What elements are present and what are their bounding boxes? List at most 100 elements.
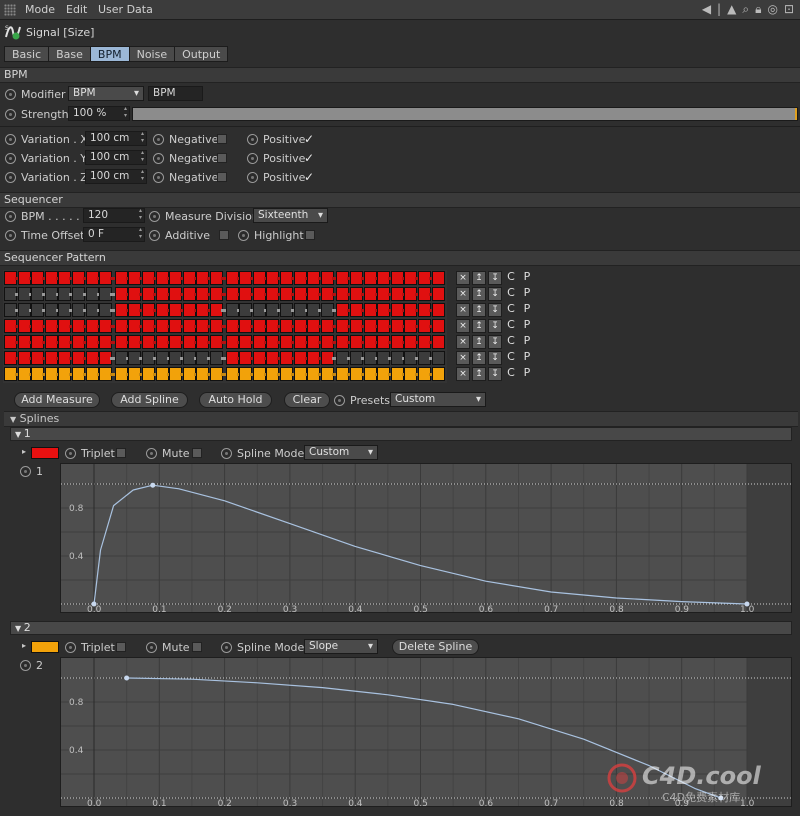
variation-anim-dot[interactable] bbox=[5, 172, 16, 183]
move-row-down-icon[interactable]: ↧ bbox=[488, 367, 502, 381]
menu-mode[interactable]: Mode bbox=[25, 3, 55, 16]
lock-icon[interactable]: 🔒︎ bbox=[755, 2, 761, 17]
move-row-up-icon[interactable]: ↥ bbox=[472, 335, 486, 349]
positive-anim-dot[interactable] bbox=[247, 134, 258, 145]
measure-division-anim-dot[interactable] bbox=[149, 211, 160, 222]
back-arrow-icon[interactable]: ◀ bbox=[702, 2, 711, 17]
move-row-down-icon[interactable]: ↧ bbox=[488, 271, 502, 285]
strength-anim-dot[interactable] bbox=[5, 109, 16, 120]
move-row-up-icon[interactable]: ↥ bbox=[472, 287, 486, 301]
paste-row-button[interactable]: P bbox=[520, 271, 534, 285]
spline-curve-canvas[interactable]: 0.80.40.0 0.1 0.2 0.3 0.4 0.5 0.6 0.7 0.8 0.9 1.0 bbox=[61, 464, 792, 613]
spline-color-swatch[interactable] bbox=[31, 447, 59, 459]
additive-anim-dot[interactable] bbox=[149, 230, 160, 241]
copy-row-button[interactable]: C bbox=[504, 287, 518, 301]
positive-anim-dot[interactable] bbox=[247, 172, 258, 183]
variation-anim-dot[interactable] bbox=[5, 134, 16, 145]
search-icon[interactable]: ⌕ bbox=[742, 2, 749, 17]
tab-base[interactable]: Base bbox=[48, 46, 91, 62]
paste-row-button[interactable]: P bbox=[520, 303, 534, 317]
negative-anim-dot[interactable] bbox=[153, 134, 164, 145]
sequencer-step[interactable] bbox=[431, 287, 445, 301]
delete-row-icon[interactable]: × bbox=[456, 287, 470, 301]
spline-header[interactable]: ▼ 1 bbox=[10, 427, 792, 441]
mute-checkbox[interactable] bbox=[192, 642, 202, 652]
paste-row-button[interactable]: P bbox=[520, 367, 534, 381]
tab-noise[interactable]: Noise bbox=[128, 46, 176, 62]
positive-checkmark-icon[interactable]: ✓ bbox=[304, 133, 314, 145]
negative-checkbox[interactable] bbox=[217, 172, 227, 182]
paste-row-button[interactable]: P bbox=[520, 335, 534, 349]
mute-anim-dot[interactable] bbox=[146, 448, 157, 459]
spline-mode-dropdown[interactable]: Custom bbox=[304, 445, 378, 460]
up-arrow-icon[interactable]: ▲ bbox=[727, 2, 736, 17]
sequencer-step[interactable] bbox=[431, 335, 445, 349]
additive-checkbox[interactable] bbox=[219, 230, 229, 240]
sequencer-step[interactable] bbox=[431, 351, 445, 365]
move-row-down-icon[interactable]: ↧ bbox=[488, 319, 502, 333]
modifier-anim-dot[interactable] bbox=[5, 89, 16, 100]
triplet-checkbox[interactable] bbox=[116, 448, 126, 458]
move-row-down-icon[interactable]: ↧ bbox=[488, 335, 502, 349]
positive-anim-dot[interactable] bbox=[247, 153, 258, 164]
copy-row-button[interactable]: C bbox=[504, 351, 518, 365]
negative-anim-dot[interactable] bbox=[153, 172, 164, 183]
move-row-up-icon[interactable]: ↥ bbox=[472, 367, 486, 381]
splines-group-header[interactable]: ▼ Splines bbox=[4, 411, 798, 427]
tab-output[interactable]: Output bbox=[174, 46, 229, 62]
triplet-anim-dot[interactable] bbox=[65, 642, 76, 653]
move-row-down-icon[interactable]: ↧ bbox=[488, 287, 502, 301]
spline-key-point[interactable] bbox=[91, 601, 97, 607]
triplet-anim-dot[interactable] bbox=[65, 448, 76, 459]
add-measure-button[interactable]: Add Measure bbox=[14, 392, 100, 408]
spline-key-point[interactable] bbox=[124, 675, 130, 681]
copy-row-button[interactable]: C bbox=[504, 335, 518, 349]
delete-row-icon[interactable]: × bbox=[456, 319, 470, 333]
variation-anim-dot[interactable] bbox=[5, 153, 16, 164]
delete-row-icon[interactable]: × bbox=[456, 351, 470, 365]
variation-input[interactable]: 100 cm bbox=[85, 149, 147, 165]
triplet-checkbox[interactable] bbox=[116, 642, 126, 652]
move-row-down-icon[interactable]: ↧ bbox=[488, 351, 502, 365]
curve-anim-dot[interactable] bbox=[20, 466, 31, 477]
positive-checkmark-icon[interactable]: ✓ bbox=[304, 171, 314, 183]
move-row-up-icon[interactable]: ↥ bbox=[472, 303, 486, 317]
sequencer-step[interactable] bbox=[431, 367, 445, 381]
highlight-anim-dot[interactable] bbox=[238, 230, 249, 241]
add-spline-button[interactable]: Add Spline bbox=[111, 392, 188, 408]
mute-anim-dot[interactable] bbox=[146, 642, 157, 653]
spline-color-swatch[interactable] bbox=[31, 641, 59, 653]
strength-slider[interactable] bbox=[132, 107, 798, 121]
measure-division-dropdown[interactable]: Sixteenth bbox=[253, 208, 328, 223]
negative-checkbox[interactable] bbox=[217, 153, 227, 163]
variation-input[interactable]: 100 cm bbox=[85, 130, 147, 146]
new-window-icon[interactable]: ⊡ bbox=[784, 2, 794, 17]
spline-mode-dropdown[interactable]: Slope bbox=[304, 639, 378, 654]
curve-anim-dot[interactable] bbox=[20, 660, 31, 671]
sequencer-step[interactable] bbox=[431, 319, 445, 333]
modifier-name-field[interactable]: BPM bbox=[148, 86, 203, 101]
mute-checkbox[interactable] bbox=[192, 448, 202, 458]
spline-key-point[interactable] bbox=[150, 482, 156, 488]
expand-arrow-icon[interactable]: ▸ bbox=[22, 447, 26, 456]
menu-user-data[interactable]: User Data bbox=[98, 3, 153, 16]
bpm-anim-dot[interactable] bbox=[5, 211, 16, 222]
copy-row-button[interactable]: C bbox=[504, 271, 518, 285]
delete-row-icon[interactable]: × bbox=[456, 271, 470, 285]
negative-anim-dot[interactable] bbox=[153, 153, 164, 164]
spline-header[interactable]: ▼ 2 bbox=[10, 621, 792, 635]
paste-row-button[interactable]: P bbox=[520, 351, 534, 365]
spline-mode-anim-dot[interactable] bbox=[221, 448, 232, 459]
grip-icon[interactable] bbox=[4, 4, 16, 16]
sequencer-step[interactable] bbox=[431, 303, 445, 317]
move-row-down-icon[interactable]: ↧ bbox=[488, 303, 502, 317]
copy-row-button[interactable]: C bbox=[504, 367, 518, 381]
positive-checkmark-icon[interactable]: ✓ bbox=[304, 152, 314, 164]
presets-dropdown[interactable]: Custom bbox=[390, 392, 486, 407]
delete-spline-button[interactable]: Delete Spline bbox=[392, 639, 479, 655]
expand-arrow-icon[interactable]: ▸ bbox=[22, 641, 26, 650]
auto-hold-button[interactable]: Auto Hold bbox=[199, 392, 272, 408]
spline-key-point[interactable] bbox=[744, 601, 750, 607]
paste-row-button[interactable]: P bbox=[520, 287, 534, 301]
strength-input[interactable]: 100 % bbox=[68, 105, 130, 121]
